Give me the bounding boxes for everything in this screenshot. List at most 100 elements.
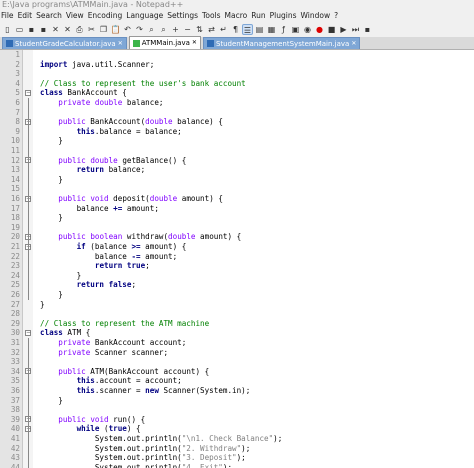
open-file-icon[interactable]: ▭: [14, 24, 25, 35]
line-number: 15: [10, 184, 20, 194]
code-line: 34 public ATM(BankAccount account) {: [0, 367, 474, 377]
code-text: this.balance = balance;: [76, 126, 182, 136]
code-text: private Scanner scanner;: [58, 347, 169, 357]
tab-close-icon[interactable]: ✕: [351, 38, 356, 50]
udl-icon[interactable]: ▤: [254, 24, 265, 35]
line-number: 42: [10, 443, 20, 453]
menu-edit[interactable]: Edit: [18, 11, 33, 20]
undo-icon[interactable]: ↶: [122, 24, 133, 35]
sync-horizontal-icon[interactable]: ⇄: [206, 24, 217, 35]
menu-bar: File Edit Search View Encoding Language Settin…: [0, 10, 474, 21]
code-line: 41 System.out.println("\n1. Check Balanc…: [0, 434, 474, 444]
tab-close-icon[interactable]: ✕: [118, 38, 123, 50]
code-line: 36 this.scanner = new Scanner(System.in)…: [0, 386, 474, 396]
code-line: 18 }: [0, 213, 474, 223]
line-number: 27: [10, 299, 20, 309]
save-macro-icon[interactable]: ▪: [362, 24, 373, 35]
fold-toggle-icon[interactable]: −: [25, 329, 31, 336]
fold-toggle-icon[interactable]: −: [25, 89, 31, 96]
run-macro-multiple-icon[interactable]: ⏭: [350, 24, 361, 35]
line-number: 36: [10, 386, 20, 395]
line-number: 9: [15, 126, 20, 136]
window-title: E:\Java programs\ATMMain.java - Notepad+…: [2, 0, 184, 9]
code-text: private double balance;: [58, 98, 164, 107]
sync-vertical-icon[interactable]: ⇅: [194, 24, 205, 35]
show-all-chars-icon[interactable]: ¶: [230, 24, 241, 35]
file-saved-icon: [6, 40, 13, 47]
line-number: 40: [10, 424, 20, 434]
tab-label: StudentGradeCalculator.java: [15, 39, 116, 48]
code-text: public ATM(BankAccount account) {: [58, 366, 210, 376]
code-line: 21 if (balance >= amount) {: [0, 242, 474, 252]
save-all-icon[interactable]: ▪: [38, 24, 49, 35]
line-number: 8: [15, 117, 20, 127]
indent-guide-icon[interactable]: ☰: [242, 23, 253, 35]
menu-window[interactable]: Window: [301, 11, 331, 20]
code-text: System.out.println("\n1. Check Balance")…: [40, 434, 283, 443]
record-macro-icon[interactable]: ●: [314, 24, 325, 35]
tab-bar: StudentGradeCalculator.java ✕ ATMMain.java…: [0, 36, 474, 50]
monitoring-icon[interactable]: ◉: [302, 24, 313, 35]
code-line: 33: [0, 357, 474, 367]
tab-close-icon[interactable]: ✕: [192, 37, 197, 49]
code-line: 26 }: [0, 290, 474, 300]
stop-macro-icon[interactable]: ■: [326, 24, 337, 35]
tab-label: StudentManagementSystemMain.java: [215, 39, 350, 48]
menu-plugins[interactable]: Plugins: [270, 11, 297, 20]
code-line: 15: [0, 184, 474, 194]
redo-icon[interactable]: ↷: [134, 24, 145, 35]
new-file-icon[interactable]: ▯: [2, 24, 13, 35]
play-macro-icon[interactable]: ▶: [338, 24, 349, 35]
function-list-icon[interactable]: ƒ: [278, 24, 289, 35]
doc-map-icon[interactable]: ▦: [266, 24, 277, 35]
line-number: 5: [15, 88, 20, 98]
paste-icon[interactable]: 📋: [110, 24, 121, 35]
line-number: 16: [10, 194, 20, 203]
code-line: 25 return false;: [0, 280, 474, 290]
line-number: 17: [10, 203, 20, 213]
word-wrap-icon[interactable]: ↵: [218, 24, 229, 35]
tab-3[interactable]: StudentManagementSystemMain.java ✕: [202, 37, 361, 50]
cut-icon[interactable]: ✂: [86, 24, 97, 35]
save-icon[interactable]: ▪: [26, 24, 37, 35]
code-text: }: [40, 395, 63, 405]
zoom-out-icon[interactable]: −: [182, 24, 193, 35]
code-line: 20 public boolean withdraw(double amount…: [0, 232, 474, 242]
code-line: 11: [0, 146, 474, 156]
code-text: // Class to represent the ATM machine: [40, 318, 210, 328]
menu-macro[interactable]: Macro: [225, 11, 248, 20]
line-number: 7: [15, 107, 20, 117]
print-icon[interactable]: ⎙: [74, 24, 85, 35]
menu-help[interactable]: ?: [334, 11, 338, 20]
line-number: 43: [10, 453, 20, 463]
line-number: 32: [10, 347, 20, 357]
menu-tools[interactable]: Tools: [202, 11, 220, 20]
code-editor[interactable]: 1 2 import java.util.Scanner; 3 4 // Class to…: [0, 50, 474, 468]
menu-run[interactable]: Run: [251, 11, 265, 20]
code-line: 44 System.out.println("4. Exit");: [0, 463, 474, 468]
replace-icon[interactable]: ⌕: [158, 24, 169, 35]
file-saved-icon: [132, 39, 140, 47]
zoom-in-icon[interactable]: +: [170, 24, 181, 35]
close-icon[interactable]: ✕: [50, 24, 61, 35]
copy-icon[interactable]: ❐: [98, 24, 109, 35]
close-all-icon[interactable]: ✕: [62, 24, 73, 35]
code-text: return false;: [76, 280, 137, 290]
line-number: 21: [10, 242, 20, 251]
line-number: 35: [10, 376, 20, 386]
line-number: 28: [10, 309, 20, 319]
code-line: 22 balance -= amount;: [0, 252, 474, 262]
menu-encoding[interactable]: Encoding: [88, 11, 123, 20]
tab-2[interactable]: ATMMain.java ✕: [128, 36, 201, 49]
code-text: while (true) {: [76, 424, 141, 434]
menu-settings[interactable]: Settings: [167, 11, 198, 20]
tab-1[interactable]: StudentGradeCalculator.java ✕: [2, 37, 127, 49]
menu-search[interactable]: Search: [36, 11, 62, 20]
menu-file[interactable]: File: [1, 11, 14, 20]
menu-language[interactable]: Language: [126, 11, 163, 20]
code-text: System.out.println("2. Withdraw");: [40, 443, 251, 453]
code-text: class ATM {: [40, 328, 91, 338]
folder-workspace-icon[interactable]: ▣: [290, 24, 301, 35]
find-icon[interactable]: ⌕: [146, 24, 157, 35]
menu-view[interactable]: View: [66, 11, 84, 20]
